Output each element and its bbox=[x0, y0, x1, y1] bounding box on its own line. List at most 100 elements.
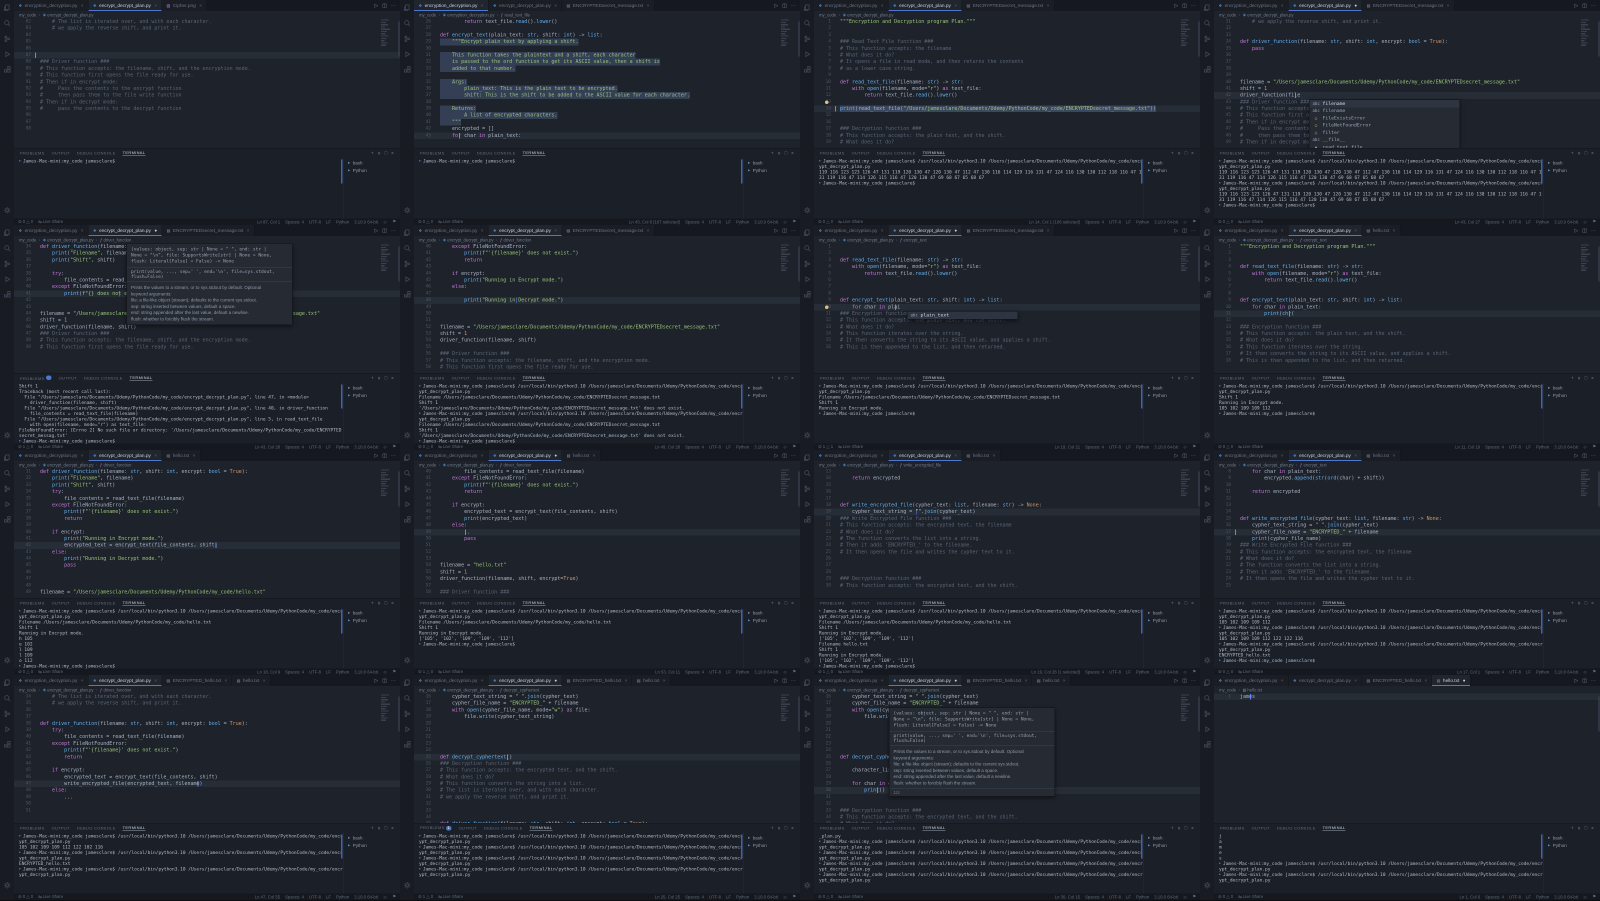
editor-tab[interactable]: ❖encrypt_decrypt_plan.py× bbox=[1289, 675, 1362, 686]
language-mode[interactable]: Python bbox=[1136, 444, 1149, 449]
problems-status[interactable]: ⊘ 0 △ 0 bbox=[18, 219, 33, 225]
terminal-output[interactable]: James-Mac-mini:my_code jamesclare$ /usr/… bbox=[1214, 158, 1544, 219]
editor-tab[interactable]: ❖encrypt_decrypt_plan.py● bbox=[489, 675, 563, 686]
panel-tab-terminal[interactable]: TERMINAL bbox=[123, 600, 146, 606]
breadcrumb-item[interactable]: my_code bbox=[419, 462, 436, 467]
panel-tab-terminal[interactable]: TERMINAL bbox=[523, 600, 546, 606]
extensions-icon[interactable] bbox=[3, 291, 11, 299]
autocomplete-item[interactable]: ○FileExistsError bbox=[1310, 115, 1460, 122]
run-python-file-button[interactable]: ▷ bbox=[1174, 3, 1178, 9]
indentation-setting[interactable]: Spaces: 4 bbox=[685, 669, 704, 674]
autocomplete-item[interactable]: abcfilename bbox=[1310, 100, 1460, 107]
source-control-icon[interactable] bbox=[403, 260, 411, 268]
terminal-dropdown-button[interactable]: ∨ bbox=[777, 600, 781, 606]
language-mode[interactable]: Python bbox=[1136, 669, 1149, 674]
source-control-icon[interactable] bbox=[3, 35, 11, 43]
panel-tab-problems[interactable]: PROBLEMS bbox=[20, 375, 52, 381]
problems-status[interactable]: ⊘ 1 △ 1 bbox=[818, 444, 833, 450]
search-icon[interactable] bbox=[1203, 245, 1211, 253]
terminal-output[interactable]: James-Mac-mini:my_code jamesclare$ bbox=[14, 158, 344, 219]
close-tab-icon[interactable]: × bbox=[1354, 228, 1357, 233]
indentation-setting[interactable]: Spaces: 4 bbox=[1485, 669, 1504, 674]
feedback-icon[interactable]: ☺ bbox=[783, 219, 787, 224]
extensions-icon[interactable] bbox=[403, 741, 411, 749]
terminal-instance-python[interactable]: ▸Python bbox=[748, 167, 796, 175]
files-icon[interactable] bbox=[3, 229, 11, 237]
bell-icon[interactable]: ⚑ bbox=[392, 219, 396, 225]
terminal-scrollbar[interactable] bbox=[1141, 835, 1143, 859]
settings-gear-icon[interactable] bbox=[803, 882, 811, 890]
source-control-icon[interactable] bbox=[403, 485, 411, 493]
terminal-scrollbar[interactable] bbox=[1141, 385, 1143, 409]
more-actions-button[interactable]: ⋯ bbox=[391, 678, 396, 684]
close-tab-icon[interactable]: × bbox=[1393, 228, 1396, 233]
breadcrumb-item[interactable]: ❖ encrypt_decrypt_plan.py bbox=[1243, 237, 1294, 242]
maximize-panel-button[interactable]: □ bbox=[1585, 375, 1588, 381]
close-tab-icon[interactable]: × bbox=[954, 3, 957, 8]
panel-tab-debug-console[interactable]: DEBUG CONSOLE bbox=[877, 151, 916, 156]
indentation-setting[interactable]: Spaces: 4 bbox=[1485, 894, 1504, 899]
source-control-icon[interactable] bbox=[803, 710, 811, 718]
feedback-icon[interactable]: ☺ bbox=[1583, 669, 1587, 674]
settings-gear-icon[interactable] bbox=[3, 207, 11, 215]
editor-tab[interactable]: ▤hello.txt× bbox=[162, 450, 200, 461]
terminal-output[interactable]: James-Mac-mini:my_code jamesclare$ /usr/… bbox=[414, 383, 744, 444]
editor[interactable]: 82 # The list is iterated over, and with… bbox=[14, 19, 400, 149]
new-terminal-button[interactable]: + bbox=[1171, 825, 1174, 831]
editor-tab[interactable]: ❖encryption_decryption.py× bbox=[414, 225, 489, 236]
panel-tab-terminal[interactable]: TERMINAL bbox=[123, 150, 146, 156]
encoding-setting[interactable]: UTF-8 bbox=[1509, 669, 1521, 674]
panel-tab-terminal[interactable]: TERMINAL bbox=[1323, 375, 1346, 381]
run-python-file-button[interactable]: ▷ bbox=[774, 3, 778, 9]
close-tab-icon[interactable]: × bbox=[647, 228, 650, 233]
live-share-button[interactable]: ⇋ Live Share bbox=[838, 894, 863, 900]
python-version[interactable]: 3.10.0 64-bit bbox=[354, 894, 378, 899]
breadcrumb-item[interactable]: my_code bbox=[1219, 12, 1236, 17]
python-version[interactable]: 3.10.0 64-bit bbox=[1554, 219, 1578, 224]
terminal-instance-python[interactable]: ▸Python bbox=[1548, 842, 1596, 850]
settings-gear-icon[interactable] bbox=[403, 882, 411, 890]
breadcrumb-item[interactable]: ❖ encrypt_decrypt_plan.py bbox=[443, 462, 494, 467]
panel-tab-output[interactable]: OUTPUT bbox=[452, 151, 470, 156]
breadcrumb-item[interactable]: ❖ encrypt_decrypt_plan.py bbox=[1243, 462, 1294, 467]
language-mode[interactable]: Python bbox=[1136, 894, 1149, 899]
more-actions-button[interactable]: ⋯ bbox=[1591, 3, 1596, 9]
problems-status[interactable]: ⊘ 0 △ 0 bbox=[18, 669, 33, 675]
editor-tab[interactable]: ▤ENCRYPTEDsecret_message.txt× bbox=[962, 225, 1054, 236]
editor[interactable]: 26 return text_file.read().lower()2728de… bbox=[414, 19, 800, 149]
terminal-scrollbar[interactable] bbox=[1141, 160, 1143, 184]
close-tab-icon[interactable]: × bbox=[1025, 678, 1028, 683]
panel-tab-problems[interactable]: PROBLEMS bbox=[420, 601, 445, 606]
panel-tab-output[interactable]: OUTPUT bbox=[1252, 376, 1270, 381]
panel-tab-problems[interactable]: PROBLEMS1 bbox=[420, 826, 452, 831]
close-tab-icon[interactable]: × bbox=[593, 453, 596, 458]
panel-tab-debug-console[interactable]: DEBUG CONSOLE bbox=[1277, 826, 1316, 831]
maximize-panel-button[interactable]: □ bbox=[785, 150, 788, 156]
cursor-position[interactable]: Ln 18, Col 9 bbox=[257, 669, 280, 674]
language-mode[interactable]: Python bbox=[736, 669, 749, 674]
panel-tab-problems[interactable]: PROBLEMS bbox=[1220, 601, 1245, 606]
terminal-instance-bash[interactable]: ▸bash bbox=[748, 834, 796, 842]
source-control-icon[interactable] bbox=[803, 35, 811, 43]
settings-gear-icon[interactable] bbox=[1203, 657, 1211, 665]
editor-tab[interactable]: ▤ENCRYPTEDsecret_message.txt× bbox=[562, 225, 654, 236]
autocomplete-item[interactable]: abcfilename bbox=[1310, 107, 1460, 114]
breadcrumb-item[interactable]: ƒ encrypt_text bbox=[1300, 462, 1327, 467]
breadcrumb-item[interactable]: my_code bbox=[1219, 687, 1236, 692]
quick-fix-lightbulb-icon[interactable] bbox=[825, 100, 829, 104]
feedback-icon[interactable]: ☺ bbox=[1183, 444, 1187, 449]
eol-setting[interactable]: LF bbox=[326, 219, 331, 224]
split-editor-button[interactable]: ◫ bbox=[1182, 228, 1187, 234]
autocomplete-item[interactable]: ○FileNotFoundError bbox=[1310, 122, 1460, 129]
terminal-scrollbar[interactable] bbox=[341, 385, 343, 409]
run-debug-icon[interactable] bbox=[403, 501, 411, 509]
breadcrumb-item[interactable]: ƒ driver_function bbox=[500, 462, 531, 467]
panel-tab-debug-console[interactable]: DEBUG CONSOLE bbox=[477, 601, 516, 606]
language-mode[interactable]: Python bbox=[1536, 894, 1549, 899]
breadcrumb-item[interactable]: ƒ decrypt_cyphertext bbox=[900, 687, 939, 692]
python-version[interactable]: 3.10.0 64-bit bbox=[1154, 219, 1178, 224]
panel-tab-problems[interactable]: PROBLEMS bbox=[20, 601, 45, 606]
source-control-icon[interactable] bbox=[1203, 485, 1211, 493]
editor[interactable]: 40 except FileNotFoundError:41 print(f"'… bbox=[414, 244, 800, 374]
bell-icon[interactable]: ⚑ bbox=[392, 444, 396, 450]
